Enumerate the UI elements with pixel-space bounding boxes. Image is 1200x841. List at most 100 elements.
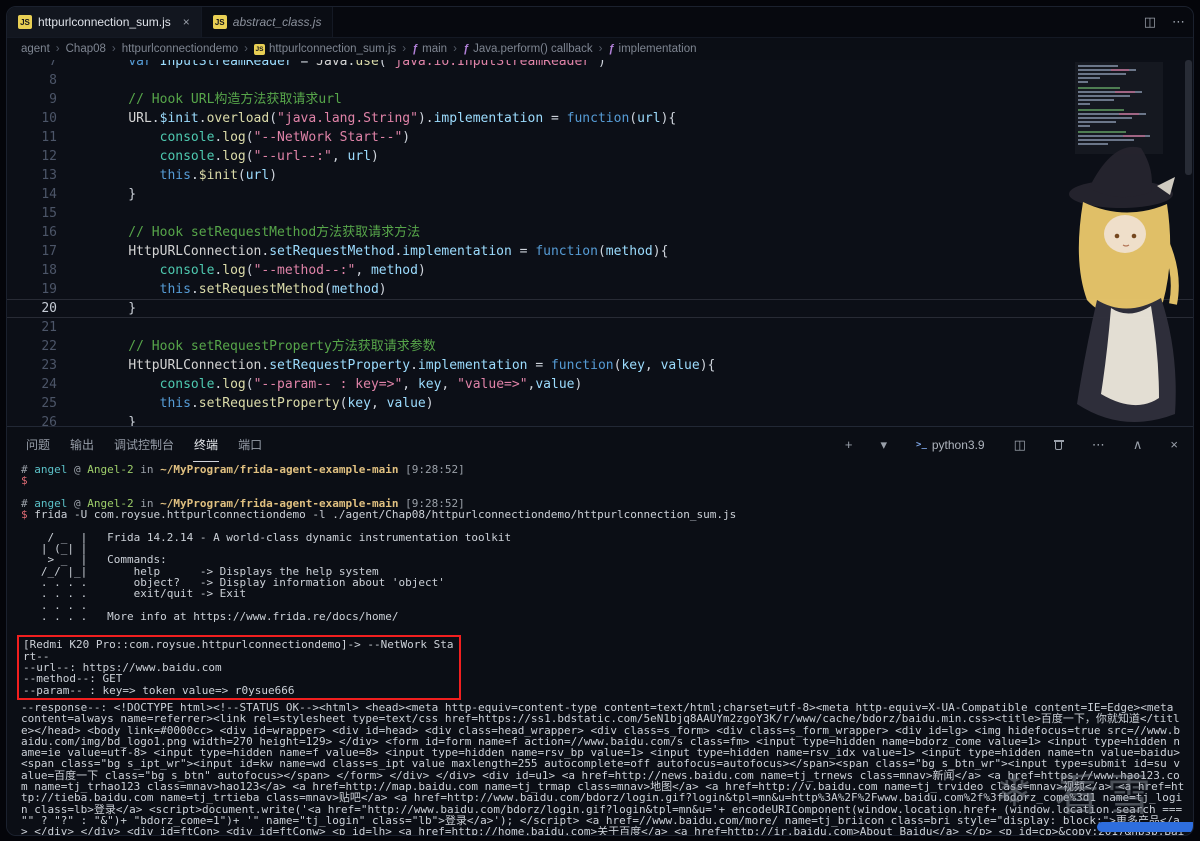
line-number: 8 — [49, 73, 57, 88]
terminal-profile-dropdown-icon[interactable]: ▾ — [876, 437, 893, 453]
code-line-10[interactable]: 10 URL.$init.overload("java.lang.String"… — [7, 109, 1193, 128]
breadcrumb-separator: › — [111, 43, 116, 55]
kanxue-watermark: ❄ 看雪 — [996, 759, 1159, 823]
kill-terminal-icon[interactable] — [1049, 439, 1069, 450]
line-number: 20 — [41, 301, 57, 316]
line-number: 21 — [41, 320, 57, 335]
code-line-11[interactable]: 11 console.log("--NetWork Start--") — [7, 128, 1193, 147]
breadcrumb-separator: › — [244, 43, 248, 55]
code-line-26[interactable]: 26 } — [7, 413, 1193, 426]
line-number: 22 — [41, 339, 57, 354]
code-line-23[interactable]: 23 HttpURLConnection.setRequestProperty.… — [7, 356, 1193, 375]
breadcrumb-label: main — [422, 43, 448, 55]
background-character-illustration — [1069, 146, 1179, 422]
terminal-icon: >_ — [916, 439, 927, 450]
breadcrumb-item-implementation[interactable]: ƒ implementation — [608, 43, 696, 55]
terminal-line: . . . . More info at https://www.frida.r… — [21, 609, 399, 623]
code-line-14[interactable]: 14 } — [7, 185, 1193, 204]
panel-tab-output[interactable]: 输出 — [69, 427, 95, 462]
line-number: 9 — [49, 92, 57, 107]
tab-label: httpurlconnection_sum.js — [38, 15, 171, 29]
symbol-method-icon: ƒ — [462, 43, 470, 55]
terminal-scrollback: # angel @ Angel-2 in ~/MyProgram/frida-a… — [21, 464, 1185, 633]
code-line-15[interactable]: 15 — [7, 204, 1193, 223]
line-number: 16 — [41, 225, 57, 240]
breadcrumb-separator: › — [598, 43, 603, 55]
breadcrumb-item-main[interactable]: ƒ main — [412, 43, 447, 55]
code-line-24[interactable]: 24 console.log("--param-- : key=>", key,… — [7, 375, 1193, 394]
code-line-19[interactable]: 19 this.setRequestMethod(method) — [7, 280, 1193, 299]
trash-icon — [1053, 439, 1064, 450]
line-number: 23 — [41, 358, 57, 373]
panel-tab-problems[interactable]: 问题 — [25, 427, 51, 462]
code-line-8[interactable]: 8 — [7, 71, 1193, 90]
line-number: 15 — [41, 206, 57, 221]
javascript-file-icon: JS — [18, 15, 32, 29]
line-number: 7 — [49, 60, 57, 69]
terminal-line: # angel @ Angel-2 in ~/MyProgram/frida-a… — [21, 463, 465, 476]
javascript-file-icon: JS — [212, 15, 227, 29]
line-number: 12 — [41, 149, 57, 164]
terminal-line: | (_| | — [21, 542, 88, 556]
code-line-13[interactable]: 13 this.$init(url) — [7, 166, 1193, 185]
line-number: 11 — [41, 130, 57, 145]
panel-more-actions-icon[interactable]: ⋯ — [1087, 437, 1110, 453]
code-line-7[interactable]: 7 var InputStreamReader = Java.use('java… — [7, 60, 1193, 71]
terminal-line: . . . . exit/quit -> Exit — [21, 587, 247, 601]
close-tab-icon[interactable]: × — [183, 15, 190, 29]
tab-httpurlconnection-sum-js[interactable]: JS httpurlconnection_sum.js × — [7, 7, 202, 37]
panel-tab-ports[interactable]: 端口 — [237, 427, 263, 462]
breadcrumb-label: implementation — [618, 43, 697, 55]
terminal-line: --param-- : key=> token value=> r0ysue66… — [23, 683, 295, 697]
line-number: 10 — [41, 111, 57, 126]
terminal-line: [Redmi K20 Pro::com.roysue.httpurlconnec… — [23, 638, 454, 663]
terminal-line: $ frida -U com.roysue.httpurlconnectiond… — [21, 508, 737, 522]
breadcrumb-item-agent[interactable]: agent — [21, 43, 50, 55]
code-line-21[interactable]: 21 — [7, 318, 1193, 337]
terminal-line: / _ | Frida 14.2.14 - A world-class dyna… — [21, 530, 512, 544]
breadcrumb: agent › Chap08 › httpurlconnectiondemo ›… — [7, 38, 1193, 60]
panel-header: 问题 输出 调试控制台 终端 端口 + ▾ >_ python3.9 ◫ ⋯ ∧… — [7, 427, 1193, 462]
code-line-25[interactable]: 25 this.setRequestProperty(key, value) — [7, 394, 1193, 413]
javascript-file-icon: JS — [253, 43, 265, 55]
tabbar-spacer — [333, 7, 1135, 37]
breadcrumb-item-callback[interactable]: ƒ Java.perform() callback — [463, 43, 593, 55]
panel-tab-terminal[interactable]: 终端 — [193, 427, 219, 462]
terminal-profile-label: python3.9 — [931, 437, 985, 452]
symbol-method-icon: ƒ — [608, 43, 615, 55]
code-line-12[interactable]: 12 console.log("--url--:", url) — [7, 147, 1193, 166]
line-number: 24 — [41, 377, 57, 392]
split-editor-icon[interactable]: ◫ — [1136, 7, 1164, 37]
new-terminal-icon[interactable]: + — [840, 437, 858, 452]
vscode-window: JS httpurlconnection_sum.js × JS abstrac… — [6, 6, 1194, 836]
code-line-9[interactable]: 9 // Hook URL构造方法获取请求url — [7, 90, 1193, 109]
code-line-16[interactable]: 16 // Hook setRequestMethod方法获取请求方法 — [7, 223, 1193, 242]
editor-more-actions-icon[interactable]: ⋯ — [1164, 7, 1193, 37]
watermark-text: 看雪 — [1055, 770, 1159, 821]
symbol-method-icon: ƒ — [412, 43, 419, 55]
terminal-panel: 问题 输出 调试控制台 终端 端口 + ▾ >_ python3.9 ◫ ⋯ ∧… — [7, 426, 1193, 835]
breadcrumb-item-chap08[interactable]: Chap08 — [66, 43, 106, 55]
breadcrumb-item-httpurlconnectiondemo[interactable]: httpurlconnectiondemo — [122, 43, 238, 55]
code-line-20[interactable]: 20 } — [7, 299, 1193, 318]
panel-tab-debug-console[interactable]: 调试控制台 — [113, 427, 175, 462]
close-panel-icon[interactable]: × — [1165, 437, 1183, 452]
terminal-profile[interactable]: >_ python3.9 — [910, 438, 991, 452]
minimap[interactable] — [1075, 62, 1163, 154]
split-terminal-icon[interactable]: ◫ — [1009, 437, 1031, 453]
red-highlight-box: [Redmi K20 Pro::com.roysue.httpurlconnec… — [17, 635, 461, 700]
code-line-18[interactable]: 18 console.log("--method--:", method) — [7, 261, 1193, 280]
code-editor[interactable]: 7 var InputStreamReader = Java.use('java… — [7, 60, 1193, 426]
tab-abstract-class-js[interactable]: JS abstract_class.js — [201, 7, 334, 37]
breadcrumb-label: httpurlconnection_sum.js — [268, 43, 397, 55]
maximize-panel-icon[interactable]: ∧ — [1128, 437, 1148, 453]
breadcrumb-separator: › — [402, 43, 407, 55]
line-number: 14 — [41, 187, 57, 202]
line-number: 18 — [41, 263, 57, 278]
breadcrumb-item-file[interactable]: JS httpurlconnection_sum.js — [253, 43, 397, 55]
line-number: 13 — [41, 168, 57, 183]
breadcrumb-label: Java.perform() callback — [473, 43, 593, 55]
code-line-17[interactable]: 17 HttpURLConnection.setRequestMethod.im… — [7, 242, 1193, 261]
code-line-22[interactable]: 22 // Hook setRequestProperty方法获取请求参数 — [7, 337, 1193, 356]
